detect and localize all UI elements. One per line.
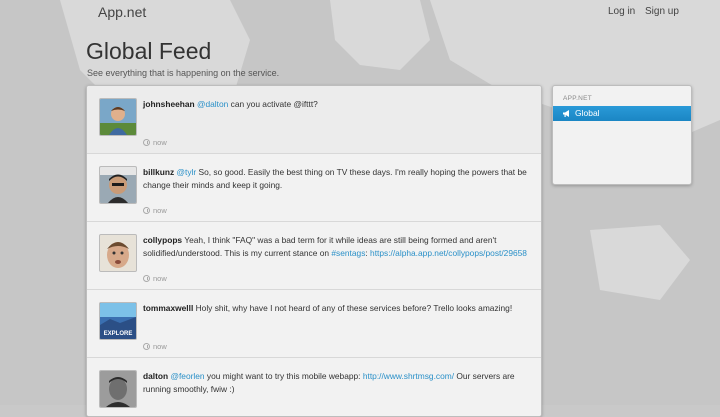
post-body: billkunz @tylr So, so good. Easily the b… <box>143 166 531 191</box>
mention-link[interactable]: @feorlen <box>170 371 204 381</box>
clock-icon <box>143 343 150 350</box>
post-body: dalton @feorlen you might want to try th… <box>143 370 531 395</box>
avatar-label: EXPLORE <box>104 331 133 337</box>
user-avatar[interactable] <box>99 166 137 204</box>
page-title: Global Feed <box>86 38 212 64</box>
sidebar-heading: APP.NET <box>563 95 593 102</box>
page-subtitle: See everything that is happening on the … <box>87 68 280 78</box>
post-text-segment: can you activate @ifttt? <box>228 99 318 109</box>
post-username[interactable]: collypops <box>143 235 182 245</box>
user-avatar[interactable] <box>99 234 137 272</box>
user-avatar[interactable] <box>99 370 137 408</box>
post-username[interactable]: tommaxwelll <box>143 303 193 313</box>
sidebar-item-global[interactable]: Global <box>553 106 691 121</box>
user-avatar[interactable]: EXPLORE <box>99 302 137 340</box>
brand-logo[interactable]: App.net <box>98 4 146 20</box>
post-username[interactable]: billkunz <box>143 167 174 177</box>
feed-post[interactable]: billkunz @tylr So, so good. Easily the b… <box>87 154 541 222</box>
post-text-segment: you might want to try this mobile webapp… <box>204 371 363 381</box>
feed-post[interactable]: dalton @feorlen you might want to try th… <box>87 358 541 416</box>
post-timestamp[interactable]: now <box>143 206 167 215</box>
clock-icon <box>143 275 150 282</box>
url-link[interactable]: https://alpha.app.net/collypops/post/296… <box>370 248 527 258</box>
clock-icon <box>143 139 150 146</box>
feed-panel: johnsheehan @dalton can you activate @if… <box>86 85 542 417</box>
post-username[interactable]: johnsheehan <box>143 99 195 109</box>
post-timestamp[interactable]: now <box>143 274 167 283</box>
post-username[interactable]: dalton <box>143 371 168 381</box>
sidebar-nav: APP.NET Global <box>552 85 692 185</box>
url-link[interactable]: http://www.shrtmsg.com/ <box>363 371 454 381</box>
post-body: collypops Yeah, I think "FAQ" was a bad … <box>143 234 531 259</box>
mention-link[interactable]: @tylr <box>177 167 197 177</box>
post-content: @dalton can you activate @ifttt? <box>197 99 318 109</box>
signup-link[interactable]: Sign up <box>645 6 679 17</box>
user-avatar[interactable] <box>99 98 137 136</box>
post-content: @tylr So, so good. Easily the best thing… <box>143 167 527 190</box>
post-body: tommaxwelll Holy shit, why have I not he… <box>143 302 531 315</box>
post-timestamp[interactable]: now <box>143 342 167 351</box>
post-body: johnsheehan @dalton can you activate @if… <box>143 98 531 111</box>
megaphone-icon <box>563 110 569 117</box>
post-time: now <box>153 206 167 215</box>
clock-icon <box>143 207 150 214</box>
login-link[interactable]: Log in <box>608 6 635 17</box>
post-content: Yeah, I think "FAQ" was a bad term for i… <box>143 235 527 258</box>
post-time: now <box>153 342 167 351</box>
post-time: now <box>153 274 167 283</box>
feed-post[interactable]: johnsheehan @dalton can you activate @if… <box>87 86 541 154</box>
hashtag-link[interactable]: #sentags <box>331 248 365 258</box>
post-time: now <box>153 138 167 147</box>
sidebar-item-label: Global <box>575 108 600 118</box>
post-content: @feorlen you might want to try this mobi… <box>143 371 515 394</box>
feed-post[interactable]: collypops Yeah, I think "FAQ" was a bad … <box>87 222 541 290</box>
post-text-segment: So, so good. Easily the best thing on TV… <box>143 167 527 190</box>
mention-link[interactable]: @dalton <box>197 99 228 109</box>
top-navbar: App.net Log in Sign up <box>0 0 720 26</box>
feed-post[interactable]: EXPLORE tommaxwelll Holy shit, why have … <box>87 290 541 358</box>
post-content: Holy shit, why have I not heard of any o… <box>193 303 513 313</box>
post-timestamp[interactable]: now <box>143 138 167 147</box>
